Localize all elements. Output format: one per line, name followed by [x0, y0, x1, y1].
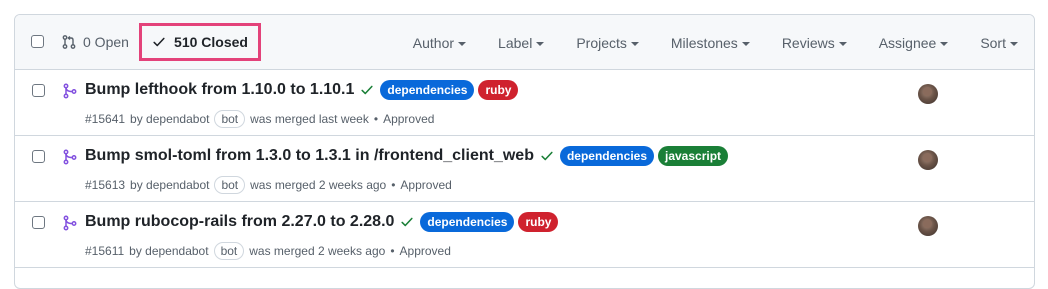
bot-badge: bot [213, 242, 245, 260]
pull-request-number[interactable]: #15641 [85, 112, 125, 126]
pull-request-title-link[interactable]: Bump smol-toml from 1.3.0 to 1.3.1 in /f… [85, 147, 534, 165]
git-merge-icon [63, 215, 77, 231]
select-all-checkbox[interactable] [31, 35, 44, 48]
avatar[interactable] [918, 216, 938, 236]
label-filter[interactable]: Label [498, 34, 545, 51]
filter-label: Author [412, 34, 455, 51]
closed-filter-link[interactable]: 510 Closed [139, 23, 261, 61]
caret-down-icon [1010, 41, 1018, 46]
merged-text: was merged last week [250, 112, 369, 126]
label-dependencies[interactable]: dependencies [420, 212, 515, 232]
caret-down-icon [458, 41, 467, 46]
review-status[interactable]: Approved [383, 112, 434, 126]
closed-count-label: 510 Closed [174, 34, 248, 50]
pull-request-title-link[interactable]: Bump rubocop-rails from 2.27.0 to 2.28.0 [85, 213, 394, 231]
milestones-filter[interactable]: Milestones [671, 35, 750, 51]
pull-request-meta: #15611 by dependabot bot was merged 2 we… [85, 242, 451, 260]
pull-request-meta: #15641 by dependabot bot was merged last… [85, 110, 434, 128]
pull-request-row: Bump rubocop-rails from 2.27.0 to 2.28.0… [15, 202, 1034, 268]
reviews-filter[interactable]: Reviews [782, 35, 847, 51]
bot-badge: bot [214, 176, 246, 194]
git-pull-request-icon [62, 35, 76, 49]
git-merge-icon [63, 83, 77, 99]
filter-label: Projects [576, 34, 627, 51]
filter-label: Label [498, 34, 533, 51]
bot-badge: bot [214, 110, 246, 128]
avatar[interactable] [918, 84, 938, 104]
title-line: Bump smol-toml from 1.3.0 to 1.3.1 in /f… [85, 146, 729, 166]
label-javascript[interactable]: javascript [658, 146, 729, 166]
caret-down-icon [838, 41, 847, 46]
sort-filter[interactable]: Sort [980, 35, 1018, 51]
caret-down-icon [630, 41, 639, 46]
filter-label: Sort [980, 34, 1006, 51]
separator-dot: • [373, 112, 379, 126]
author-text[interactable]: by dependabot [129, 244, 208, 258]
open-filter-link[interactable]: 0 Open [61, 34, 129, 50]
merged-text: was merged 2 weeks ago [249, 244, 386, 258]
label-ruby[interactable]: ruby [478, 80, 519, 100]
check-icon [401, 217, 414, 227]
list-header: 0 Open 510 Closed Author Label Projects … [15, 15, 1034, 70]
label-dependencies[interactable]: dependencies [380, 80, 475, 100]
title-line: Bump lefthook from 1.10.0 to 1.10.1 depe… [85, 80, 519, 100]
filter-label: Assignee [878, 34, 937, 51]
filter-label: Milestones [670, 34, 738, 51]
check-icon [361, 85, 374, 95]
review-status[interactable]: Approved [400, 178, 451, 192]
pull-request-number[interactable]: #15613 [85, 178, 125, 192]
check-icon [541, 151, 553, 161]
author-text[interactable]: by dependabot [130, 178, 209, 192]
pull-request-title-link[interactable]: Bump lefthook from 1.10.0 to 1.10.1 [85, 81, 354, 99]
pull-request-meta: #15613 by dependabot bot was merged 2 we… [85, 176, 452, 194]
label-dependencies[interactable]: dependencies [559, 146, 654, 166]
caret-down-icon [536, 41, 545, 46]
row-checkbox[interactable] [32, 84, 45, 97]
pull-request-number[interactable]: #15611 [85, 244, 124, 258]
pull-request-row: Bump lefthook from 1.10.0 to 1.10.1 depe… [15, 70, 1034, 136]
merged-text: was merged 2 weeks ago [250, 178, 387, 192]
caret-down-icon [741, 41, 750, 46]
row-checkbox[interactable] [32, 216, 45, 229]
filter-bar: Author Label Projects Milestones Reviews… [381, 15, 1018, 70]
pull-request-list: 0 Open 510 Closed Author Label Projects … [14, 14, 1035, 289]
git-merge-icon [63, 149, 77, 165]
assignee-filter[interactable]: Assignee [879, 35, 949, 51]
filter-label: Reviews [781, 34, 835, 51]
separator-dot: • [390, 244, 395, 258]
separator-dot: • [391, 178, 396, 192]
author-text[interactable]: by dependabot [130, 112, 209, 126]
review-status[interactable]: Approved [400, 244, 451, 258]
title-line: Bump rubocop-rails from 2.27.0 to 2.28.0… [85, 212, 559, 232]
author-filter[interactable]: Author [412, 34, 467, 51]
pull-request-row: Bump smol-toml from 1.3.0 to 1.3.1 in /f… [15, 136, 1034, 202]
row-checkbox[interactable] [32, 150, 45, 163]
caret-down-icon [940, 41, 949, 46]
open-count-label: 0 Open [83, 34, 129, 50]
label-ruby[interactable]: ruby [518, 212, 559, 232]
check-icon [153, 37, 165, 47]
avatar[interactable] [918, 150, 938, 170]
projects-filter[interactable]: Projects [576, 35, 639, 51]
